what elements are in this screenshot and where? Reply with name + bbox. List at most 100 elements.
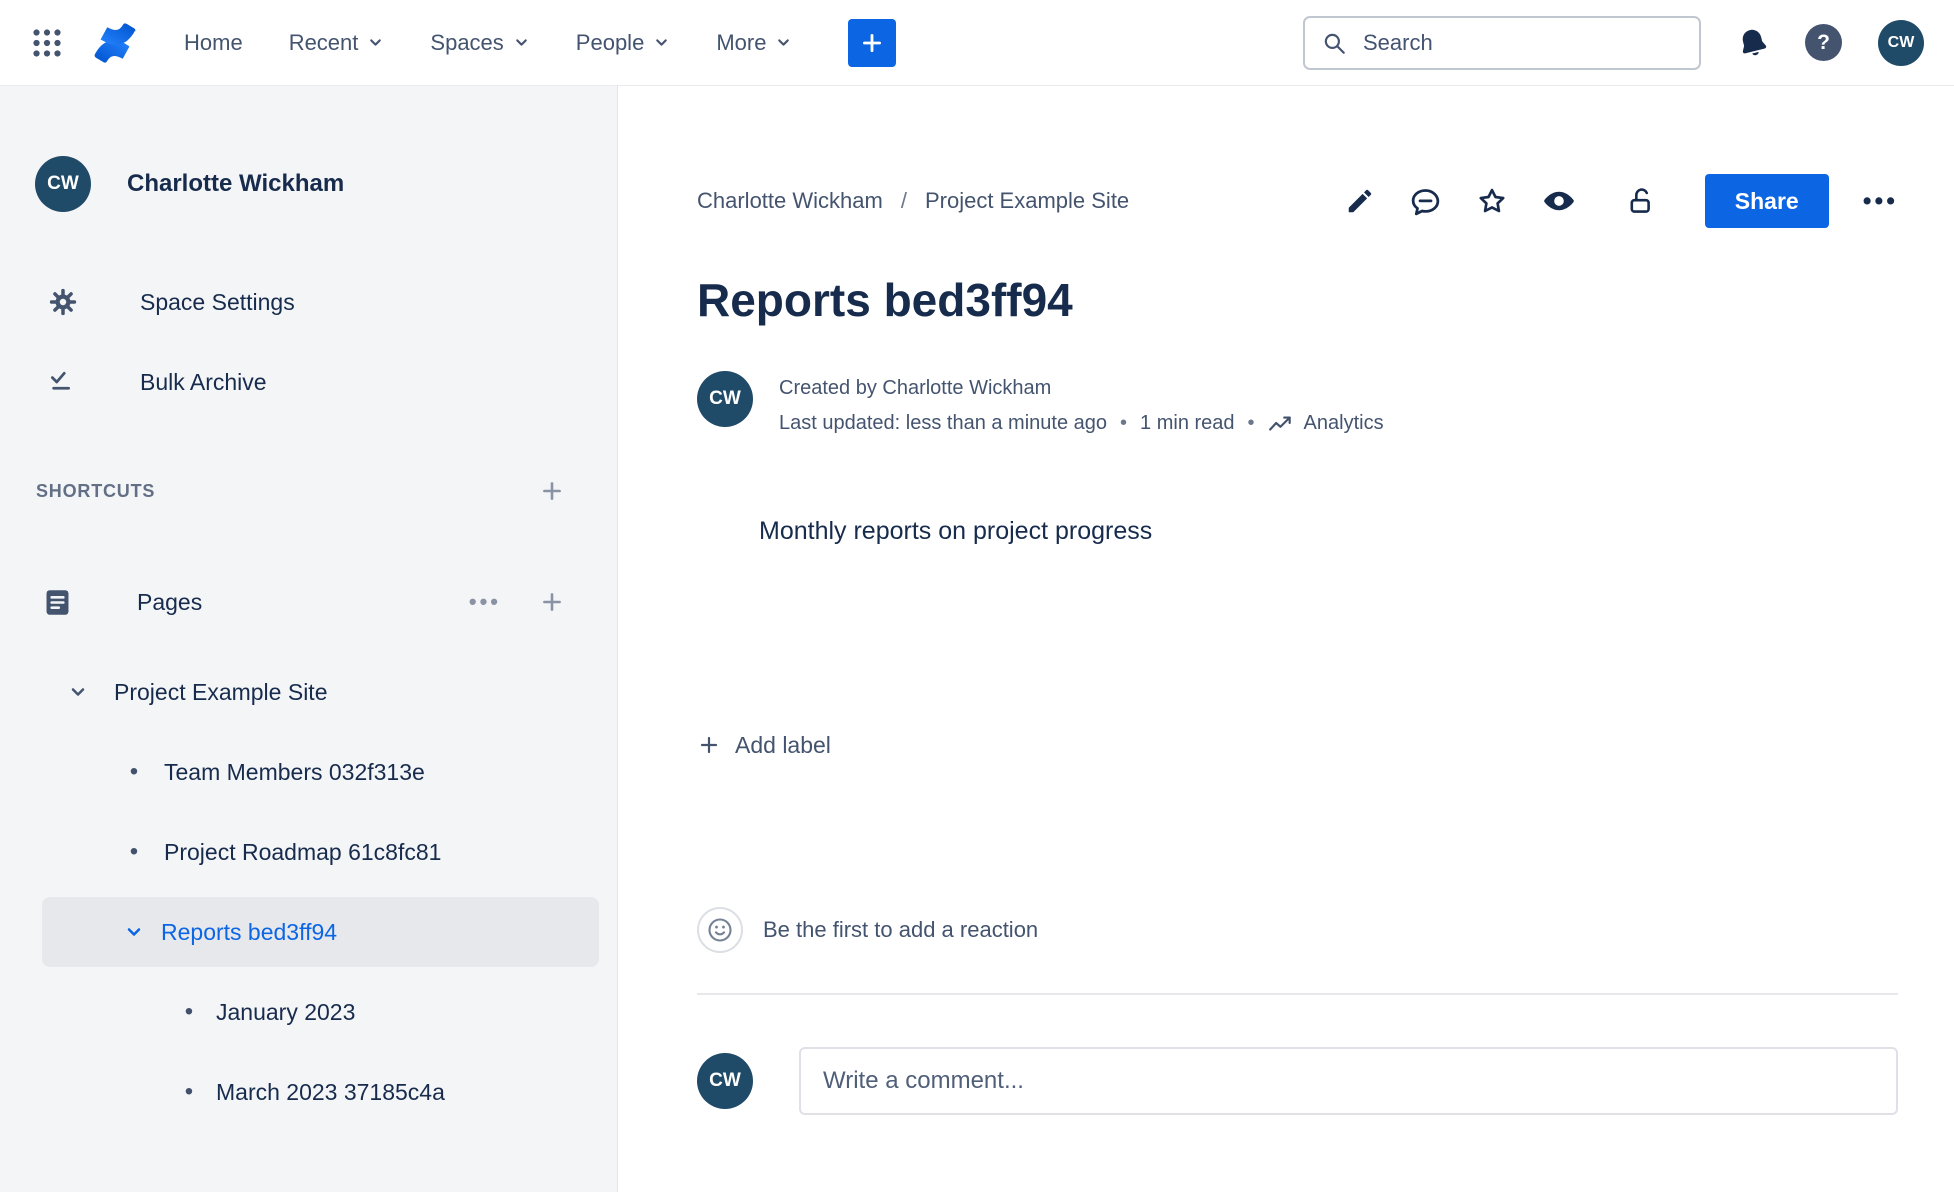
space-name: Charlotte Wickham	[127, 170, 345, 197]
analytics-icon	[1268, 416, 1291, 431]
analytics-label: Analytics	[1303, 411, 1384, 434]
add-label-button[interactable]: Add label	[697, 732, 1898, 759]
search-box	[1303, 15, 1701, 70]
eye-icon	[1543, 191, 1574, 211]
notifications-button[interactable]	[1737, 26, 1769, 60]
analytics-link[interactable]: Analytics	[1268, 406, 1384, 441]
star-icon	[1479, 188, 1505, 213]
nav-label: Spaces	[430, 29, 504, 55]
app-switcher-button[interactable]	[30, 26, 64, 60]
chevron-down-icon	[370, 39, 382, 46]
last-updated-text: Last updated: less than a minute ago	[779, 411, 1108, 434]
plus-icon	[543, 593, 561, 611]
document-icon	[42, 587, 73, 618]
search-icon	[1324, 33, 1345, 54]
add-page-button[interactable]	[539, 589, 565, 615]
shortcuts-section: SHORTCUTS	[0, 478, 617, 504]
pencil-icon	[1348, 189, 1372, 213]
chevron-down-icon	[68, 682, 88, 702]
chevron-down-icon	[778, 39, 790, 46]
tree-item-team-members[interactable]: • Team Members 032f313e	[0, 732, 617, 812]
reactions-section: Be the first to add a reaction	[697, 906, 1898, 953]
sidebar-item-label: Space Settings	[140, 288, 295, 315]
search-input[interactable]	[1361, 28, 1683, 57]
page-tree: Project Example Site • Team Members 032f…	[0, 652, 617, 1132]
top-navigation-bar: Home Recent Spaces People More Search ? …	[0, 0, 1954, 86]
space-sidebar: CW Charlotte Wickham Space Settings Bulk…	[0, 86, 618, 1192]
reaction-prompt: Be the first to add a reaction	[763, 916, 1039, 942]
dot-separator: •	[1120, 411, 1128, 434]
create-button[interactable]	[848, 18, 897, 67]
space-avatar: CW	[35, 156, 91, 212]
comment-button[interactable]	[1409, 185, 1442, 218]
pages-more-button[interactable]: •••	[469, 589, 501, 615]
comment-input[interactable]	[799, 1046, 1898, 1115]
tree-item-project-roadmap[interactable]: • Project Roadmap 61c8fc81	[0, 812, 617, 892]
plus-icon	[863, 33, 882, 52]
nav-people[interactable]: People	[576, 30, 671, 56]
tree-item-label: Project Roadmap 61c8fc81	[164, 838, 442, 865]
bell-icon	[1742, 29, 1767, 55]
confluence-app: Home Recent Spaces People More Search ? …	[0, 0, 1954, 1192]
smiley-icon	[708, 918, 732, 942]
comment-composer: CW	[697, 1046, 1898, 1115]
page-content: Charlotte Wickham / Project Example Site	[618, 86, 1954, 1192]
share-button[interactable]: Share	[1704, 174, 1829, 228]
bulk-archive-icon	[35, 367, 91, 397]
commenter-avatar: CW	[697, 1052, 753, 1109]
add-label-text: Add label	[735, 731, 831, 758]
question-mark-icon: ?	[1805, 24, 1842, 61]
page-more-button[interactable]: •••	[1863, 187, 1898, 216]
pages-heading: Pages	[137, 588, 203, 615]
bullet-icon: •	[129, 758, 139, 785]
nav-label: More	[716, 29, 767, 55]
tree-item-project-example-site[interactable]: Project Example Site	[0, 652, 617, 732]
topbar-right: ? CW	[1303, 15, 1924, 70]
tree-item-march-2023[interactable]: • March 2023 37185c4a	[0, 1052, 617, 1132]
edit-button[interactable]	[1345, 186, 1375, 216]
plus-icon	[543, 482, 561, 500]
sidebar-item-space-settings[interactable]: Space Settings	[0, 262, 617, 342]
nav-label: People	[575, 29, 645, 55]
user-avatar: CW	[1878, 19, 1924, 66]
grid-icon	[33, 28, 61, 57]
space-nav: Space Settings Bulk Archive	[0, 262, 617, 422]
restrictions-button[interactable]	[1626, 185, 1657, 218]
nav-home[interactable]: Home	[184, 30, 243, 56]
page-actions: Share •••	[1345, 174, 1898, 228]
tree-item-label: January 2023	[216, 998, 356, 1025]
tree-item-reports-selected[interactable]: Reports bed3ff94	[42, 897, 599, 967]
breadcrumb-item[interactable]: Project Example Site	[925, 188, 1129, 214]
created-by-text: Created by Charlotte Wickham	[779, 376, 1052, 399]
profile-button[interactable]: CW	[1878, 19, 1924, 66]
nav-recent[interactable]: Recent	[289, 30, 385, 56]
byline: CW Created by Charlotte Wickham Last upd…	[697, 370, 1898, 441]
page-title: Reports bed3ff94	[697, 274, 1073, 326]
watch-button[interactable]	[1542, 184, 1576, 218]
tree-item-label: March 2023 37185c4a	[216, 1078, 445, 1105]
confluence-logo[interactable]	[92, 22, 138, 64]
author-avatar: CW	[697, 370, 753, 427]
read-time-text: 1 min read	[1140, 411, 1235, 434]
bullet-icon: •	[184, 998, 194, 1025]
tree-item-label: Team Members 032f313e	[164, 758, 425, 785]
breadcrumb-item[interactable]: Charlotte Wickham	[697, 188, 883, 214]
nav-label: Home	[184, 29, 243, 55]
primary-nav: Home Recent Spaces People More	[184, 30, 792, 56]
help-button[interactable]: ?	[1805, 24, 1842, 61]
pages-section-header[interactable]: Pages •••	[0, 570, 617, 634]
breadcrumb: Charlotte Wickham / Project Example Site	[697, 188, 1129, 214]
tree-item-label: Reports bed3ff94	[161, 918, 338, 945]
section-divider	[697, 992, 1898, 995]
add-shortcut-button[interactable]	[539, 478, 565, 504]
favorite-button[interactable]	[1476, 185, 1508, 217]
add-reaction-button[interactable]	[697, 906, 743, 953]
unlock-icon	[1630, 187, 1650, 213]
tree-item-january-2023[interactable]: • January 2023	[0, 972, 617, 1052]
sidebar-item-bulk-archive[interactable]: Bulk Archive	[0, 342, 617, 422]
space-header[interactable]: CW Charlotte Wickham	[0, 142, 617, 226]
nav-more[interactable]: More	[716, 30, 792, 56]
nav-spaces[interactable]: Spaces	[430, 30, 529, 56]
tree-item-label: Project Example Site	[114, 678, 328, 705]
gear-icon	[35, 287, 91, 317]
